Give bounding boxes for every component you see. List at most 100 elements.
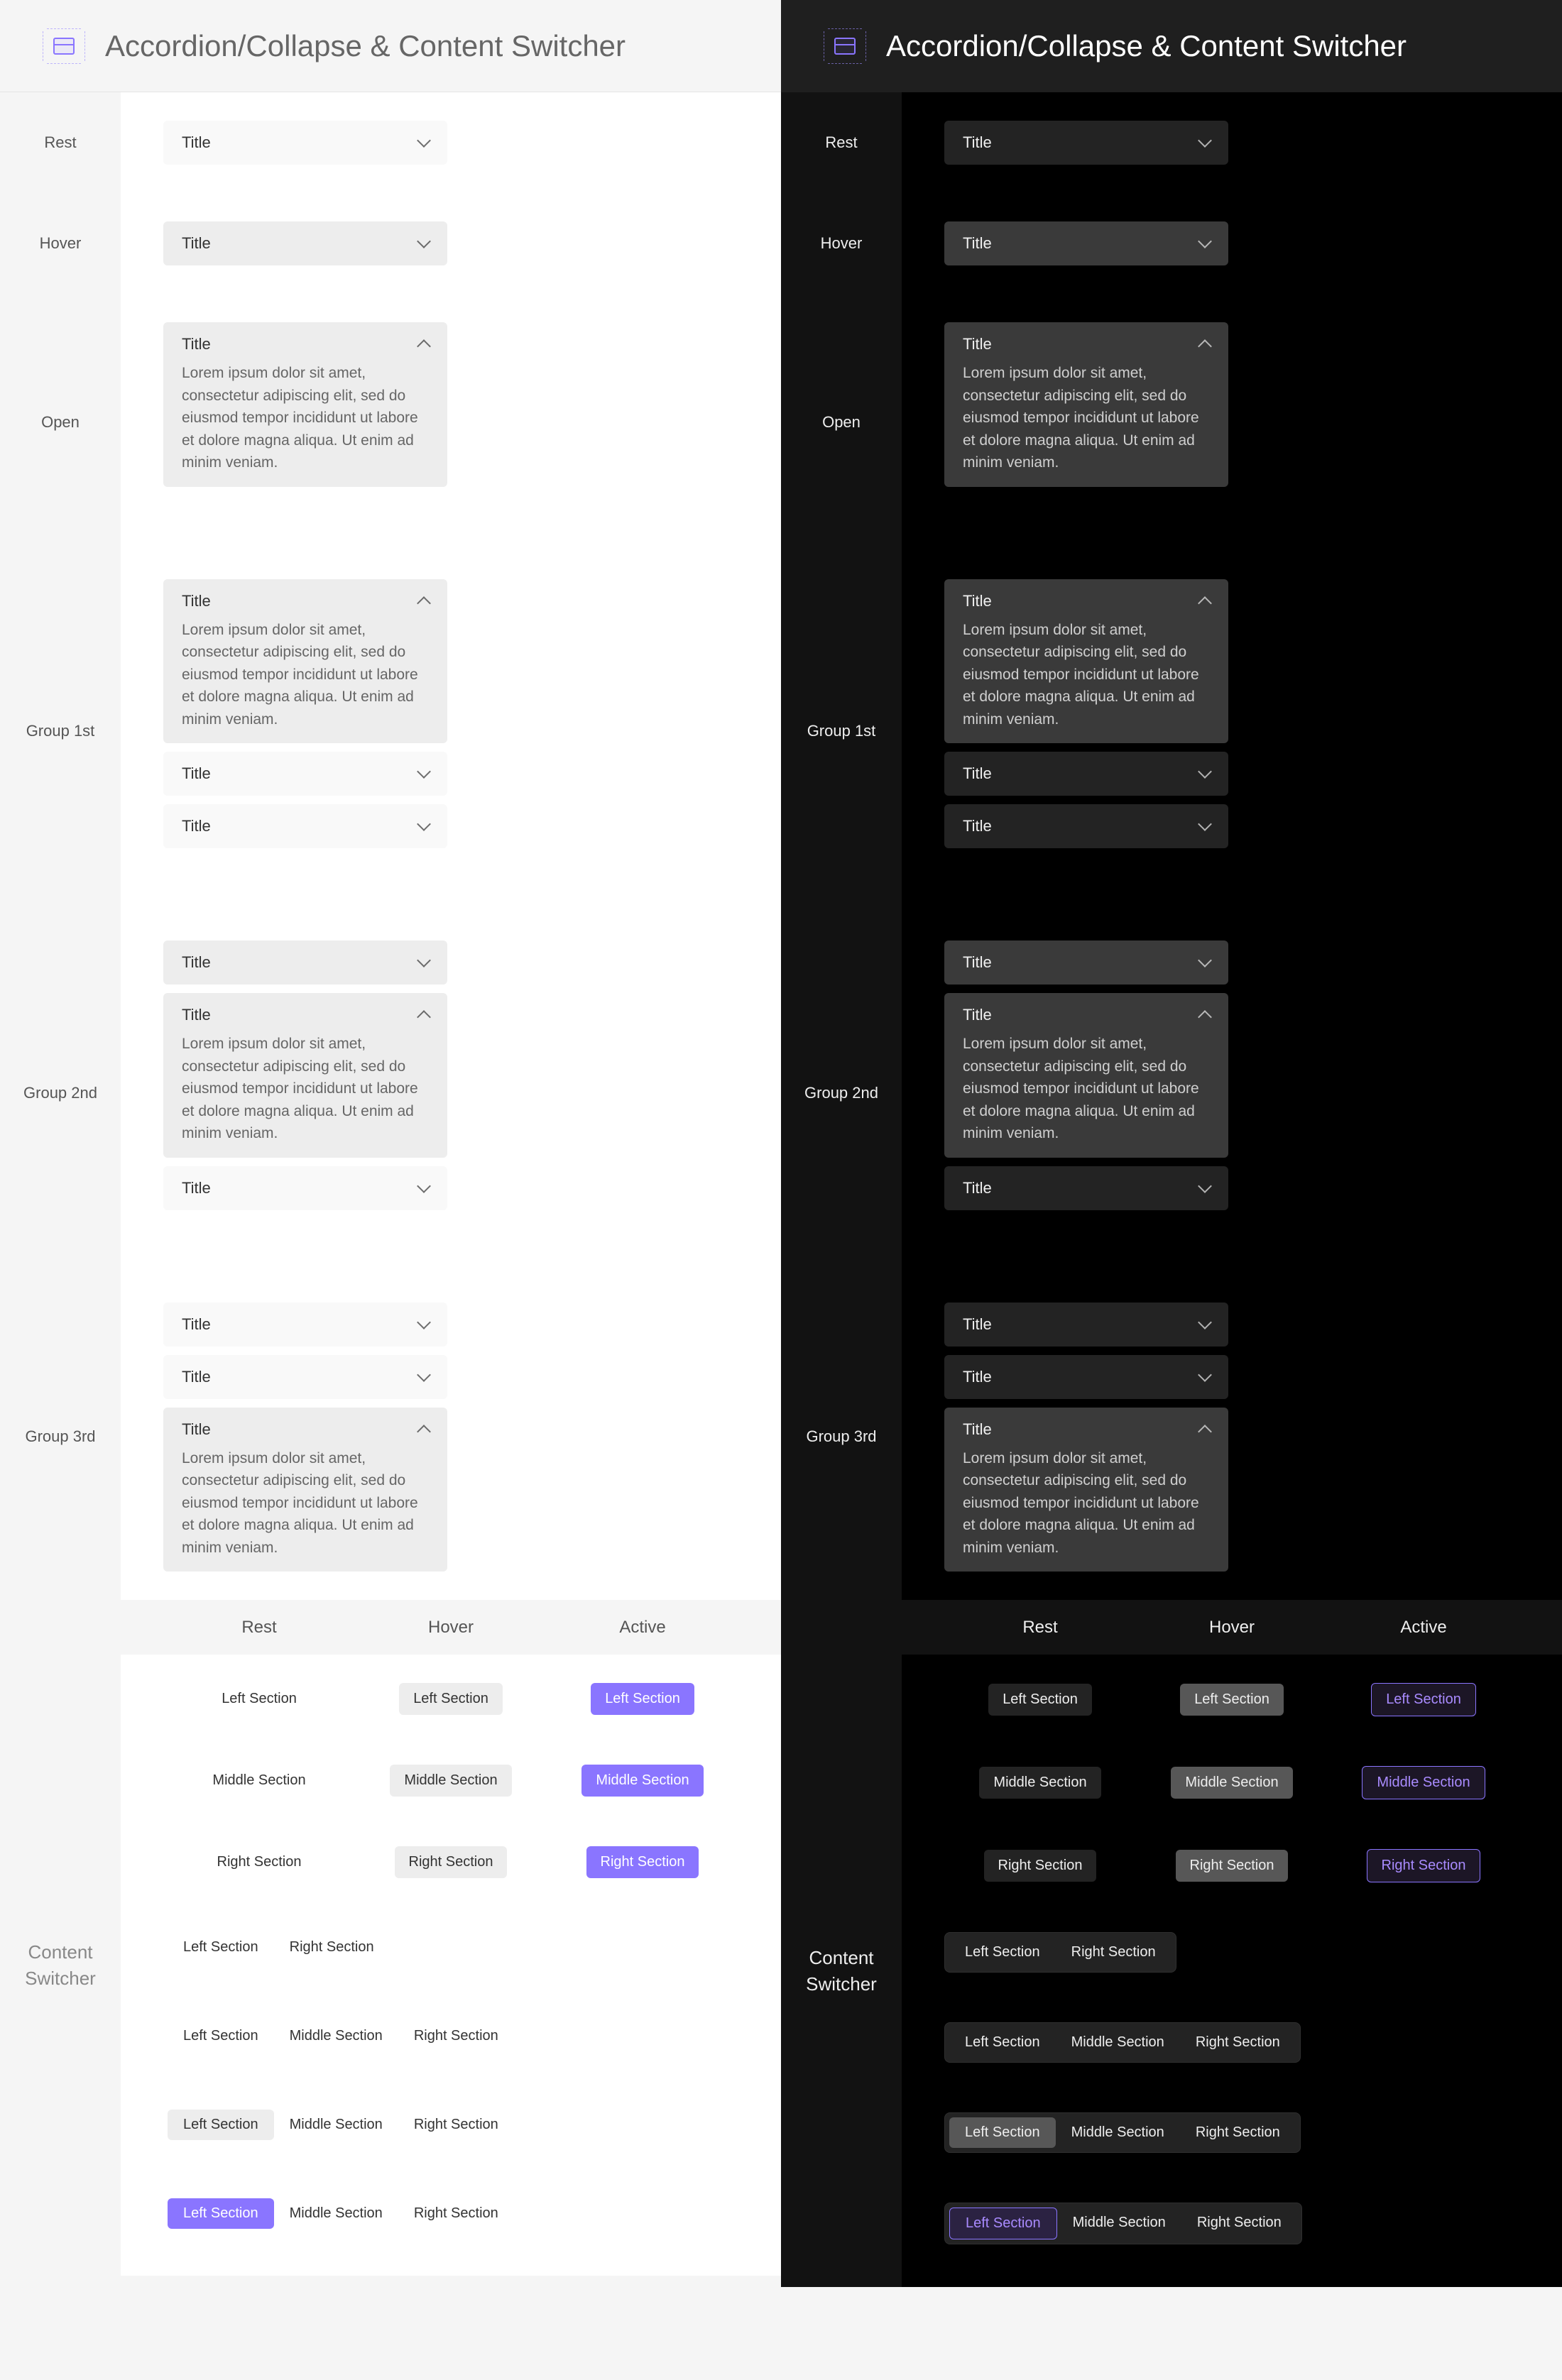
accordion-item-open[interactable]: Title Lorem ipsum dolor sit amet, consec… [944,1408,1228,1572]
chevron-down-icon [417,953,431,967]
tab-right[interactable]: Right Section [1367,1849,1481,1882]
tab-left[interactable]: Left Section [207,1683,311,1715]
tab-left[interactable]: Left Section [591,1683,694,1715]
accordion-title: Title [963,234,992,253]
tab-middle[interactable]: Middle Section [1056,2027,1180,2058]
accordion-title: Title [963,953,992,972]
tab-left[interactable]: Left Section [168,2198,274,2229]
accordion-item-open[interactable]: Title Lorem ipsum dolor sit amet, consec… [944,993,1228,1158]
tab-left[interactable]: Left Section [949,1937,1056,1968]
tab-right[interactable]: Right Section [586,1846,699,1878]
accordion-item[interactable]: Title [163,121,447,165]
accordion-title: Title [963,1368,992,1386]
tab-left[interactable]: Left Section [168,2110,274,2140]
accordion-item[interactable]: Title [163,221,447,265]
accordion-title: Title [182,1006,211,1024]
accordion-item[interactable]: Title [944,1303,1228,1347]
accordion-item[interactable]: Title [944,941,1228,985]
tab-middle[interactable]: Middle Section [1362,1766,1485,1799]
accordion-item[interactable]: Title [163,804,447,848]
chevron-down-icon [417,817,431,831]
tab-left[interactable]: Left Section [949,2208,1057,2239]
accordion-item[interactable]: Title [944,1166,1228,1210]
state-label-open: Open [781,294,902,551]
accordion-item-open[interactable]: Title Lorem ipsum dolor sit amet, consec… [944,322,1228,487]
accordion-item[interactable]: Title [163,1166,447,1210]
accordion-body: Lorem ipsum dolor sit amet, consectetur … [963,1033,1210,1145]
accordion-body: Lorem ipsum dolor sit amet, consectetur … [963,362,1210,474]
accordion-title: Title [182,1179,211,1197]
accordion-item[interactable]: Title [163,1303,447,1347]
tab-right[interactable]: Right Section [1176,1850,1289,1882]
tab-right[interactable]: Right Section [398,2110,514,2140]
accordion-item[interactable]: Title [944,1355,1228,1399]
content-switcher-group: Left Section Middle Section Right Sectio… [163,2017,518,2056]
chevron-down-icon [417,1368,431,1382]
col-header-rest: Rest [163,1618,355,1638]
tab-right[interactable]: Right Section [395,1846,508,1878]
accordion-body: Lorem ipsum dolor sit amet, consectetur … [182,1033,429,1145]
page-title: Accordion/Collapse & Content Switcher [886,29,1407,63]
chevron-down-icon [1198,764,1212,779]
tab-middle[interactable]: Middle Section [979,1767,1100,1799]
tab-right[interactable]: Right Section [274,1932,390,1963]
accordion-title: Title [182,133,211,152]
chevron-down-icon [1198,1179,1212,1193]
accordion-item-open[interactable]: Title Lorem ipsum dolor sit amet, consec… [163,993,447,1158]
accordion-title: Title [963,817,992,835]
tab-left[interactable]: Left Section [949,2027,1056,2058]
chevron-down-icon [1198,817,1212,831]
accordion-item[interactable]: Title [163,1355,447,1399]
chevron-up-icon [1198,1010,1212,1024]
tab-right[interactable]: Right Section [203,1846,316,1878]
chevron-up-icon [417,1425,431,1439]
tab-right[interactable]: Right Section [1181,2208,1297,2239]
tab-middle[interactable]: Middle Section [1171,1767,1292,1799]
tab-middle[interactable]: Middle Section [198,1765,320,1797]
tab-right[interactable]: Right Section [398,2021,514,2051]
tab-left[interactable]: Left Section [1180,1684,1284,1716]
state-label-group3: Group 3rd [781,1274,902,1601]
accordion-item-open[interactable]: Title Lorem ipsum dolor sit amet, consec… [163,579,447,744]
tab-right[interactable]: Right Section [1180,2117,1296,2148]
state-label-group2: Group 2nd [781,912,902,1274]
tab-middle[interactable]: Middle Section [274,2110,398,2140]
tab-right[interactable]: Right Section [1056,1937,1172,1968]
tab-middle[interactable]: Middle Section [390,1765,511,1797]
accordion-item-open[interactable]: Title Lorem ipsum dolor sit amet, consec… [944,579,1228,744]
state-label-group1: Group 1st [781,551,902,913]
accordion-title: Title [182,1420,211,1439]
accordion-title: Title [963,764,992,783]
tab-middle[interactable]: Middle Section [581,1765,703,1797]
tab-middle[interactable]: Middle Section [274,2198,398,2229]
chevron-down-icon [417,234,431,248]
chevron-up-icon [417,1010,431,1024]
col-header-hover: Hover [1136,1618,1328,1638]
tab-right[interactable]: Right Section [398,2198,514,2229]
tab-left[interactable]: Left Section [399,1683,503,1715]
accordion-item[interactable]: Title [163,941,447,985]
tab-left[interactable]: Left Section [168,1932,274,1963]
tab-left[interactable]: Left Section [949,2117,1056,2148]
tab-middle[interactable]: Middle Section [274,2021,398,2051]
tab-left[interactable]: Left Section [1371,1683,1476,1716]
accordion-title: Title [963,1179,992,1197]
tab-right[interactable]: Right Section [984,1850,1097,1882]
accordion-item[interactable]: Title [163,752,447,796]
tab-right[interactable]: Right Section [1180,2027,1296,2058]
tab-middle[interactable]: Middle Section [1056,2117,1180,2148]
header-icon-frame [43,28,85,64]
tab-left[interactable]: Left Section [168,2021,274,2051]
tab-left[interactable]: Left Section [988,1684,1092,1716]
accordion-item-open[interactable]: Title Lorem ipsum dolor sit amet, consec… [163,322,447,487]
accordion-item[interactable]: Title [944,804,1228,848]
content-switcher-group: Left Section Middle Section Right Sectio… [944,2022,1301,2063]
accordion-item[interactable]: Title [944,752,1228,796]
accordion-item-open[interactable]: Title Lorem ipsum dolor sit amet, consec… [163,1408,447,1572]
tab-middle[interactable]: Middle Section [1057,2208,1181,2239]
accordion-item[interactable]: Title [944,121,1228,165]
accordion-title: Title [963,1420,992,1439]
col-header-hover: Hover [355,1618,547,1638]
section-label-content-switcher: Content Switcher [0,1655,121,2276]
accordion-item[interactable]: Title [944,221,1228,265]
